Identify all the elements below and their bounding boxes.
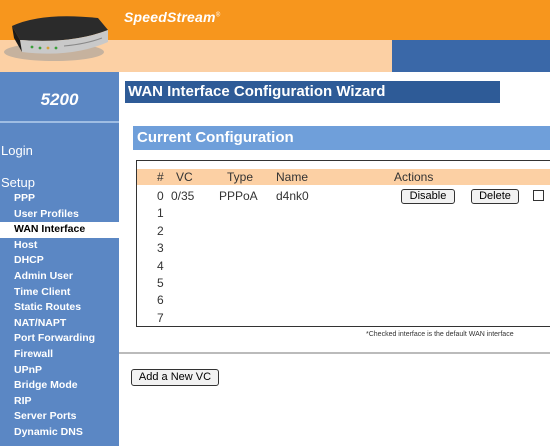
sidebar-item-server-ports[interactable]: Server Ports xyxy=(0,409,119,425)
sidebar-divider xyxy=(0,121,119,123)
page-root: SpeedStream® 5200 Login Setup PPP User P… xyxy=(0,0,550,446)
row-type: PPPoA xyxy=(219,189,258,203)
sidebar-item-nat-napt[interactable]: NAT/NAPT xyxy=(0,316,119,332)
sidebar-nav: PPP User Profiles WAN Interface Host DHC… xyxy=(0,191,119,441)
sidebar-item-firewall[interactable]: Firewall xyxy=(0,347,119,363)
disable-button[interactable]: Disable xyxy=(401,189,455,204)
header-vc: VC xyxy=(176,170,193,184)
delete-button[interactable]: Delete xyxy=(471,189,519,204)
row-num-1: 1 xyxy=(157,206,164,220)
sidebar-item-ppp[interactable]: PPP xyxy=(0,191,119,207)
section-title: Current Configuration xyxy=(133,126,550,150)
header-blue-band xyxy=(392,40,550,72)
vc-table: # VC Type Name Actions 0 0/35 PPPoA d4nk… xyxy=(136,160,550,327)
model-number: 5200 xyxy=(40,90,79,109)
brand-trademark: ® xyxy=(215,12,221,19)
router-device-image xyxy=(4,16,108,61)
default-interface-note: *Checked interface is the default WAN in… xyxy=(366,331,514,338)
header-type: Type xyxy=(227,170,254,184)
row-num-5: 5 xyxy=(157,276,164,290)
row-num-6: 6 xyxy=(157,293,164,307)
row-num-2: 2 xyxy=(157,224,164,238)
sidebar-item-dynamic-dns[interactable]: Dynamic DNS xyxy=(0,425,119,441)
row-vc: 0/35 xyxy=(171,189,195,203)
sidebar-item-time-client[interactable]: Time Client xyxy=(0,285,119,301)
header-num: # xyxy=(157,170,164,184)
row-num-7: 7 xyxy=(157,311,164,325)
sidebar-item-dhcp[interactable]: DHCP xyxy=(0,253,119,269)
row-name: d4nk0 xyxy=(276,189,309,203)
sidebar-item-port-forwarding[interactable]: Port Forwarding xyxy=(0,331,119,347)
content-divider xyxy=(119,352,550,354)
row-num-3: 3 xyxy=(157,241,164,255)
sidebar-item-bridge-mode[interactable]: Bridge Mode xyxy=(0,378,119,394)
row-num-4: 4 xyxy=(157,259,164,273)
sidebar-setup-heading: Setup xyxy=(1,175,35,190)
table-header: # VC Type Name Actions xyxy=(137,169,550,185)
sidebar-item-upnp[interactable]: UPnP xyxy=(0,363,119,379)
sidebar-login-link[interactable]: Login xyxy=(1,143,33,158)
sidebar-item-admin-user[interactable]: Admin User xyxy=(0,269,119,285)
brand-logo: SpeedStream® xyxy=(124,9,220,25)
header-actions: Actions xyxy=(394,170,434,184)
row-num: 0 xyxy=(157,189,164,203)
sidebar-item-wan-interface[interactable]: WAN Interface xyxy=(0,222,119,238)
page-title: WAN Interface Configuration Wizard xyxy=(125,81,500,103)
sidebar-item-host[interactable]: Host xyxy=(0,238,119,254)
default-wan-checkbox[interactable] xyxy=(533,190,544,201)
sidebar-item-user-profiles[interactable]: User Profiles xyxy=(0,207,119,223)
header-name: Name xyxy=(276,170,309,184)
brand-name: SpeedStream xyxy=(124,9,216,25)
sidebar-item-static-routes[interactable]: Static Routes xyxy=(0,300,119,316)
sidebar-item-rip[interactable]: RIP xyxy=(0,394,119,410)
add-new-vc-button[interactable]: Add a New VC xyxy=(131,369,219,386)
